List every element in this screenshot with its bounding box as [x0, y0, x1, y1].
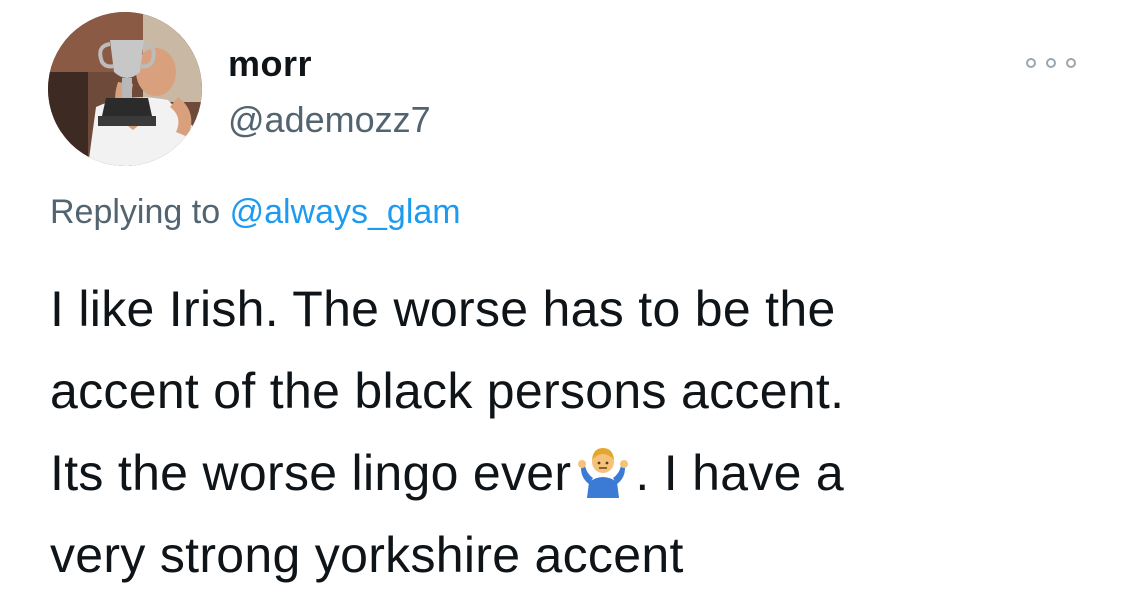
more-options-icon — [1026, 58, 1036, 68]
author-display-name[interactable]: morr — [228, 42, 312, 86]
man-shrugging-icon — [578, 448, 629, 498]
avatar[interactable] — [48, 12, 202, 166]
replying-to-label: Replying to — [50, 193, 221, 231]
tweet-text-line: I like Irish. The worse has to be the — [50, 281, 836, 337]
tweet-text-line: accent of the black persons accent. — [50, 363, 845, 419]
tweet-text-segment: Its the worse lingo ever — [50, 445, 572, 501]
more-options-icon — [1066, 58, 1076, 68]
tweet-text-line: very strong yorkshire accent — [50, 527, 684, 583]
author-handle[interactable]: @ademozz7 — [228, 98, 431, 142]
tweet-text: I like Irish. The worse has to be the ac… — [50, 268, 1110, 596]
tweet-text-line: Its the worse lingo ever . I have a — [50, 432, 1110, 514]
reply-mention-link[interactable]: @always_glam — [230, 193, 461, 231]
avatar-photo — [48, 12, 202, 166]
tweet-text-segment: . I have a — [635, 445, 845, 501]
more-options-button[interactable] — [1026, 48, 1076, 78]
more-options-icon — [1046, 58, 1056, 68]
tweet-card: morr @ademozz7 Replying to @always_glam … — [0, 0, 1125, 600]
replying-to: Replying to @always_glam — [50, 190, 461, 234]
